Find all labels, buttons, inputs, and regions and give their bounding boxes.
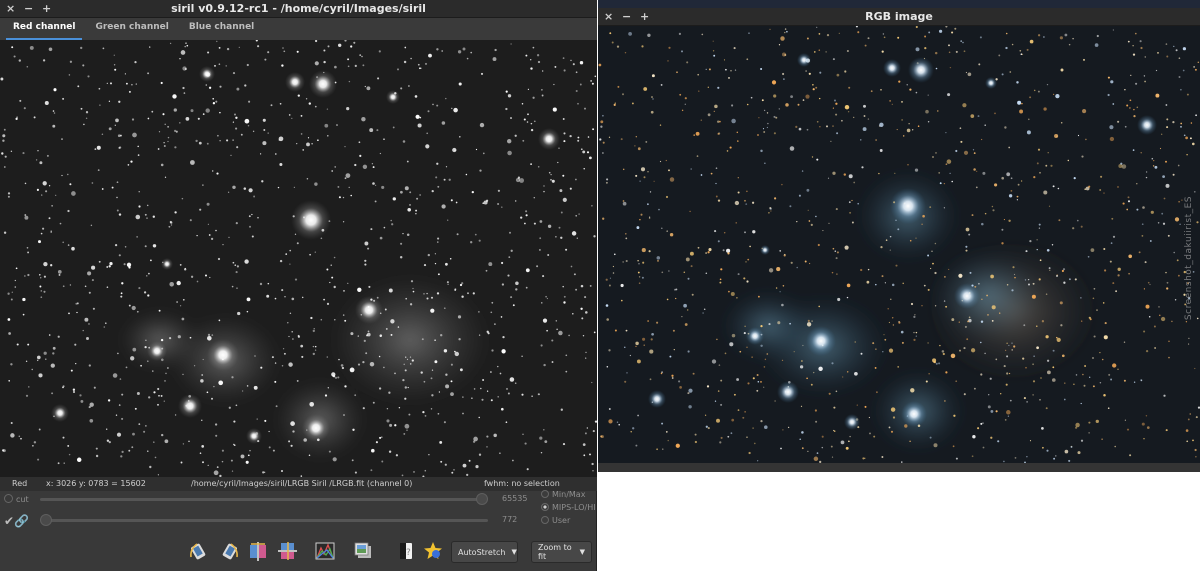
color-starfield (598, 26, 1200, 463)
file-path: /home/cyril/Images/siril/LRGB Siril /LRG… (191, 479, 413, 488)
zoom-dropdown[interactable]: Zoom to fit ▼ (531, 541, 592, 563)
cut-checkbox[interactable] (4, 494, 13, 503)
close-icon[interactable]: × (6, 2, 15, 15)
pixel-coords-readout: x: 3026 y: 0783 = 15602 (46, 479, 146, 488)
mirror-y-icon[interactable] (277, 540, 299, 562)
tab-green-channel[interactable]: Green channel (88, 18, 175, 40)
rgb-image-window: × − + RGB image Screenshot_dakuiirist_ES (598, 0, 1200, 472)
svg-text:?: ? (406, 548, 411, 558)
rotate-left-icon[interactable] (188, 540, 210, 562)
high-threshold-slider[interactable] (40, 498, 488, 501)
channel-tabs: Red channel Green channel Blue channel (0, 18, 597, 40)
mode-mips-label: MIPS-LO/HI (552, 503, 596, 512)
radio-user[interactable] (541, 516, 549, 524)
chevron-down-icon: ▼ (579, 548, 585, 556)
mode-minmax[interactable]: Min/Max (541, 490, 585, 499)
zoom-dropdown-value: Zoom to fit (538, 543, 572, 561)
high-threshold-handle[interactable] (476, 493, 488, 505)
stretch-dropdown[interactable]: AutoStretch ▼ (451, 541, 518, 563)
status-bar: Red x: 3026 y: 0783 = 15602 /home/cyril/… (0, 477, 597, 491)
siril-main-window: × − + siril v0.9.12-rc1 - /home/cyril/Im… (0, 0, 597, 571)
red-channel-image[interactable] (0, 40, 597, 477)
low-threshold-handle[interactable] (40, 514, 52, 526)
fwhm-readout: fwhm: no selection (484, 479, 560, 488)
link-sliders-icon[interactable]: ✔🔗 (4, 514, 29, 528)
cut-label: cut (16, 495, 29, 504)
low-threshold-value: 772 (502, 515, 518, 524)
mode-minmax-label: Min/Max (552, 490, 586, 499)
bottom-toolbar: ? AutoStretch ▼ Zoom to fit ▼ (0, 533, 597, 571)
main-titlebar[interactable]: × − + siril v0.9.12-rc1 - /home/cyril/Im… (0, 0, 597, 18)
close-icon[interactable]: × (604, 10, 613, 23)
tab-red-channel[interactable]: Red channel (6, 18, 83, 40)
minimize-icon[interactable]: − (622, 10, 631, 23)
image-layers-icon[interactable] (352, 540, 374, 562)
histogram-icon[interactable] (314, 540, 336, 562)
negative-view-icon[interactable]: ? (395, 540, 417, 562)
chevron-down-icon: ▼ (511, 548, 517, 556)
mode-user[interactable]: User (541, 516, 570, 525)
maximize-icon[interactable]: + (640, 10, 649, 23)
window-controls: × − + (6, 2, 51, 15)
tab-blue-channel[interactable]: Blue channel (182, 18, 261, 40)
color-map-icon[interactable] (422, 540, 444, 562)
low-threshold-slider[interactable] (40, 519, 488, 522)
grayscale-starfield (0, 40, 597, 477)
maximize-icon[interactable]: + (42, 2, 51, 15)
mode-user-label: User (552, 516, 571, 525)
mode-mips[interactable]: MIPS-LO/HI (541, 503, 596, 512)
window-title: siril v0.9.12-rc1 - /home/cyril/Images/s… (171, 2, 426, 15)
stretch-dropdown-value: AutoStretch (458, 547, 506, 557)
window-top-strip (598, 0, 1200, 8)
radio-mips[interactable] (541, 503, 549, 511)
rgb-window-title: RGB image (865, 10, 933, 23)
high-threshold-value: 65535 (502, 494, 528, 503)
rgb-window-controls: × − + (604, 10, 649, 23)
channel-label: Red (12, 479, 28, 488)
rotate-right-icon[interactable] (218, 540, 240, 562)
radio-minmax[interactable] (541, 490, 549, 498)
minimize-icon[interactable]: − (24, 2, 33, 15)
rgb-titlebar[interactable]: × − + RGB image (598, 8, 1200, 26)
rgb-window-bottom-edge (598, 463, 1200, 472)
screenshot-watermark: Screenshot_dakuiirist_ES (1184, 196, 1194, 321)
mirror-x-icon[interactable] (247, 540, 269, 562)
rgb-composite-image[interactable]: Screenshot_dakuiirist_ES (598, 26, 1200, 463)
cut-toggle[interactable]: cut (4, 494, 29, 504)
